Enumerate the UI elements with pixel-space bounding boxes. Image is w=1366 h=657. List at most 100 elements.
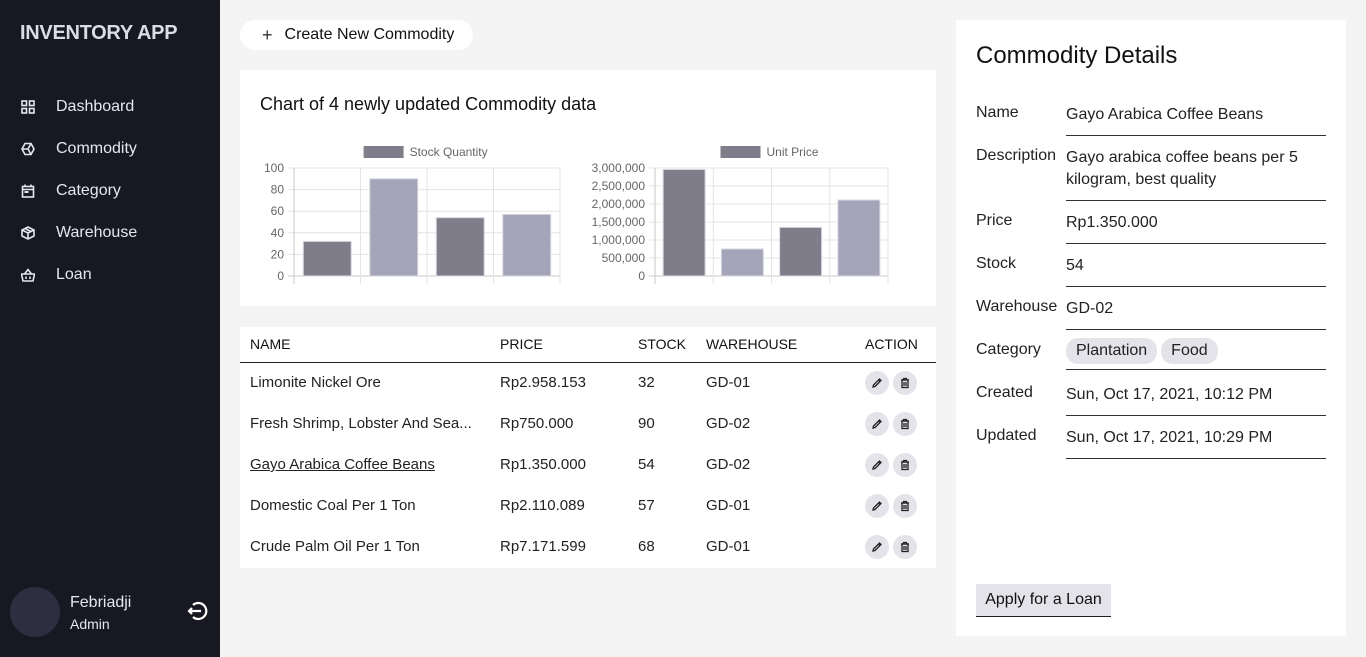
cell-name: Domestic Coal Per 1 Ton bbox=[240, 485, 490, 526]
detail-value-price: Rp1.350.000 bbox=[1066, 212, 1326, 244]
bar[interactable] bbox=[837, 199, 881, 277]
y-tick-label: 1,000,000 bbox=[592, 233, 646, 247]
table-row[interactable]: Domestic Coal Per 1 Ton Rp2.110.089 57 GD-0… bbox=[240, 485, 936, 526]
grid-icon bbox=[21, 100, 35, 114]
legend-swatch[interactable] bbox=[720, 146, 761, 158]
commodity-name-link[interactable]: Gayo Arabica Coffee Beans bbox=[250, 456, 435, 473]
column-header-name[interactable]: NAME bbox=[240, 327, 490, 363]
commodity-table-card: NAME PRICE STOCK WAREHOUSE ACTION Limoni… bbox=[240, 327, 936, 568]
basket-icon bbox=[21, 268, 35, 282]
user-role: Admin bbox=[70, 616, 110, 632]
cell-action bbox=[855, 444, 936, 485]
chart-title: Chart of 4 newly updated Commodity data bbox=[260, 94, 597, 114]
detail-value-stock: 54 bbox=[1066, 255, 1326, 287]
sidebar-item-dashboard[interactable]: Dashboard bbox=[0, 86, 220, 128]
y-tick-label: 3,000,000 bbox=[592, 161, 646, 175]
commodity-name[interactable]: Limonite Nickel Ore bbox=[250, 374, 381, 391]
cell-warehouse: GD-01 bbox=[705, 374, 751, 392]
cell-price: Rp1.350.000 bbox=[500, 456, 586, 473]
cell-warehouse: GD-01 bbox=[705, 497, 751, 514]
cell-stock: 54 bbox=[638, 456, 655, 473]
detail-label: Created bbox=[976, 384, 1033, 401]
table-row[interactable]: Gayo Arabica Coffee Beans Rp1.350.000 54 GD… bbox=[240, 444, 936, 485]
column-header-price[interactable]: PRICE bbox=[490, 327, 628, 363]
delete-button[interactable] bbox=[892, 452, 917, 477]
y-tick-label: 20 bbox=[271, 247, 285, 261]
pencil-icon bbox=[871, 459, 883, 471]
y-tick-label: 80 bbox=[271, 183, 285, 197]
edit-button[interactable] bbox=[864, 411, 889, 436]
bar[interactable] bbox=[502, 213, 552, 277]
edit-button[interactable] bbox=[864, 493, 889, 518]
cell-warehouse: GD-01 bbox=[705, 538, 751, 555]
detail-label: Name bbox=[976, 104, 1019, 121]
trash-icon bbox=[899, 541, 911, 553]
cell-price: Rp2.958.153 bbox=[500, 374, 586, 392]
logout-icon[interactable] bbox=[187, 600, 209, 622]
legend-swatch[interactable] bbox=[363, 146, 404, 158]
edit-button[interactable] bbox=[864, 452, 889, 477]
sidebar-item-warehouse[interactable]: Warehouse bbox=[0, 212, 220, 254]
bar[interactable] bbox=[720, 248, 764, 277]
edit-button[interactable] bbox=[864, 534, 889, 559]
commodity-name[interactable]: Domestic Coal Per 1 Ton bbox=[250, 497, 416, 514]
pencil-icon bbox=[871, 500, 883, 512]
detail-value-created: Sun, Oct 17, 2021, 10:12 PM bbox=[1066, 384, 1326, 416]
commodity-details-panel: Commodity Details Name Gayo Arabica Coff… bbox=[956, 20, 1346, 636]
stock-quantity-chart: Stock Quantity 0 20 40 60 80 100 bbox=[264, 145, 561, 284]
bar[interactable] bbox=[369, 178, 419, 277]
delete-button[interactable] bbox=[892, 534, 917, 559]
bar[interactable] bbox=[435, 217, 485, 277]
commodity-table: NAME PRICE STOCK WAREHOUSE ACTION Limoni… bbox=[240, 327, 936, 567]
commodity-name[interactable]: Crude Palm Oil Per 1 Ton bbox=[250, 538, 420, 555]
trash-icon bbox=[899, 500, 911, 512]
detail-label: Warehouse bbox=[976, 298, 1058, 315]
edit-button[interactable] bbox=[864, 370, 889, 395]
trash-icon bbox=[899, 418, 911, 430]
cell-name: Fresh Shrimp, Lobster And Sea... bbox=[240, 403, 490, 444]
cell-name: Limonite Nickel Ore bbox=[240, 362, 490, 403]
cell-stock: 90 bbox=[638, 415, 655, 432]
legend-label[interactable]: Unit Price bbox=[767, 145, 819, 159]
table-row[interactable]: Crude Palm Oil Per 1 Ton Rp7.171.599 68 GD-… bbox=[240, 526, 936, 567]
pencil-icon bbox=[871, 418, 883, 430]
sidebar-item-label: Dashboard bbox=[56, 98, 135, 115]
trash-icon bbox=[899, 377, 911, 389]
delete-button[interactable] bbox=[892, 493, 917, 518]
category-chip[interactable]: Plantation bbox=[1066, 338, 1158, 364]
commodity-name[interactable]: Fresh Shrimp, Lobster And Sea... bbox=[250, 415, 472, 432]
y-tick-label: 2,500,000 bbox=[592, 179, 646, 193]
cell-stock: 68 bbox=[638, 538, 655, 555]
category-chip[interactable]: Food bbox=[1161, 338, 1218, 364]
cell-stock: 57 bbox=[638, 497, 655, 514]
apply-loan-button[interactable]: Apply for a Loan bbox=[976, 584, 1111, 617]
bar[interactable] bbox=[779, 226, 823, 277]
sidebar-item-label: Commodity bbox=[56, 140, 137, 157]
create-commodity-button[interactable]: + Create New Commodity bbox=[240, 20, 473, 50]
legend-label[interactable]: Stock Quantity bbox=[410, 145, 488, 159]
pencil-icon bbox=[871, 377, 883, 389]
plus-icon: + bbox=[262, 24, 273, 45]
cell-warehouse: GD-02 bbox=[705, 456, 751, 473]
bar[interactable] bbox=[662, 169, 706, 277]
delete-button[interactable] bbox=[892, 411, 917, 436]
create-commodity-label: Create New Commodity bbox=[284, 26, 455, 43]
detail-label: Price bbox=[976, 212, 1013, 229]
detail-label: Description bbox=[976, 147, 1057, 164]
cell-action bbox=[855, 403, 936, 444]
table-row[interactable]: Fresh Shrimp, Lobster And Sea... Rp750.00… bbox=[240, 403, 936, 444]
sidebar-item-commodity[interactable]: Commodity bbox=[0, 128, 220, 170]
column-header-stock[interactable]: STOCK bbox=[628, 327, 696, 363]
detail-label: Stock bbox=[976, 255, 1017, 272]
sidebar-item-category[interactable]: Category bbox=[0, 170, 220, 212]
column-header-warehouse[interactable]: WAREHOUSE bbox=[695, 327, 855, 363]
table-row[interactable]: Limonite Nickel Ore Rp2.958.153 32 GD-01 bbox=[240, 362, 936, 403]
bar[interactable] bbox=[302, 240, 352, 277]
cell-name: Crude Palm Oil Per 1 Ton bbox=[240, 526, 490, 567]
avatar[interactable] bbox=[10, 587, 60, 637]
user-profile: Febriadji Admin bbox=[10, 587, 215, 637]
sidebar-item-loan[interactable]: Loan bbox=[0, 254, 220, 296]
delete-button[interactable] bbox=[892, 370, 917, 395]
sidebar-item-label: Loan bbox=[56, 266, 92, 283]
cell-warehouse: GD-02 bbox=[705, 415, 751, 432]
